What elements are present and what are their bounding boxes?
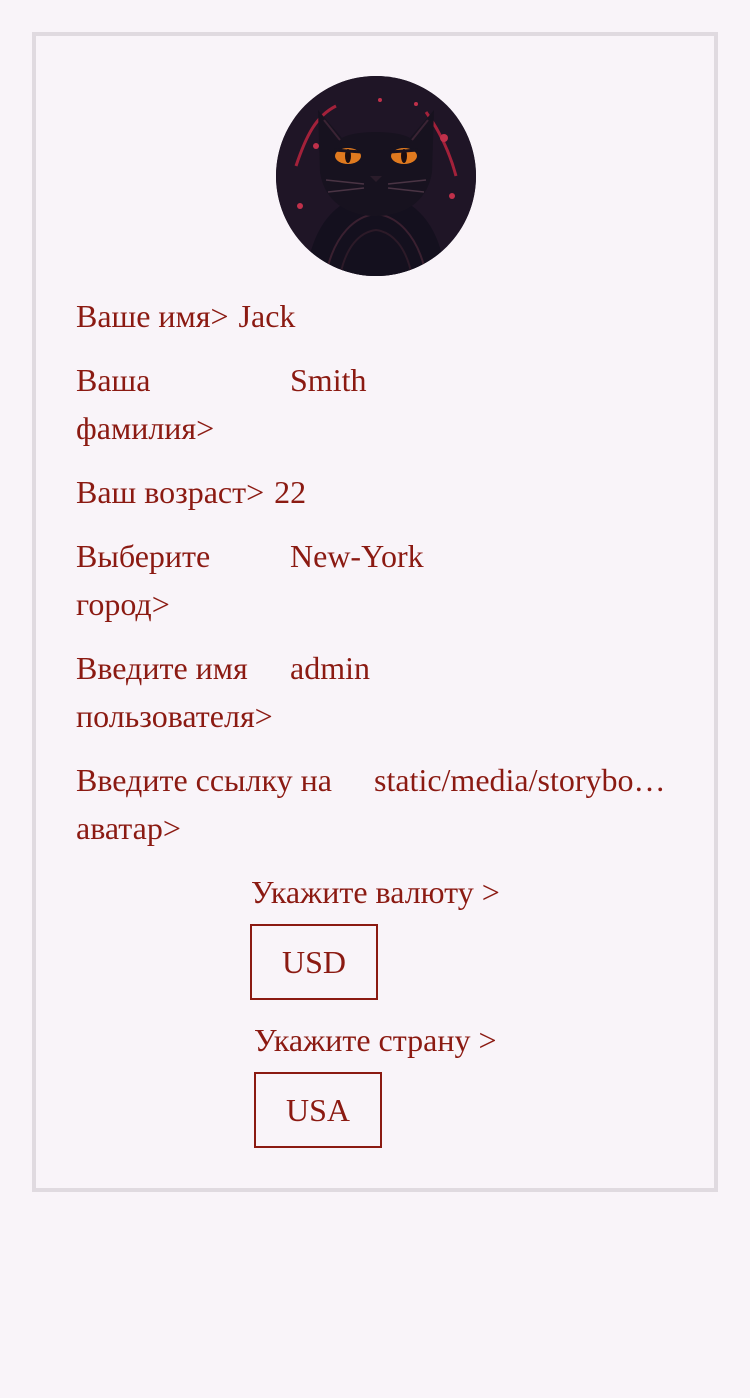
avatar-link-value[interactable]: static/media/storybo… <box>374 756 666 804</box>
age-label: Ваш возраст> <box>76 474 265 510</box>
first-name-value[interactable]: Jack <box>239 292 296 340</box>
city-label: Выберите город> <box>76 538 211 622</box>
city-row: Выберите город> New-York <box>76 532 676 628</box>
first-name-row: Ваше имя> Jack <box>76 292 295 340</box>
last-name-label: Ваша фамилия> <box>76 362 215 446</box>
black-cat-avatar-icon <box>276 76 476 276</box>
last-name-row: Ваша фамилия> Smith <box>76 356 676 452</box>
age-row: Ваш возраст> 22 <box>76 468 306 516</box>
country-label: Укажите страну > <box>254 1022 497 1058</box>
currency-label: Укажите валюту > <box>251 874 500 910</box>
profile-card: Ваше имя> Jack Ваша фамилия> Smith Ваш во… <box>32 32 718 1192</box>
first-name-label: Ваше имя> <box>76 298 229 334</box>
username-label: Введите имя пользователя> <box>76 650 273 734</box>
username-value[interactable]: admin <box>290 644 370 692</box>
avatar-link-row: Введите ссылку на аватар> static/media/s… <box>76 756 676 852</box>
age-value[interactable]: 22 <box>274 468 306 516</box>
avatar-link-label: Введите ссылку на аватар> <box>76 762 332 846</box>
city-value[interactable]: New-York <box>290 532 424 580</box>
username-row: Введите имя пользователя> admin <box>76 644 676 740</box>
currency-select[interactable]: USD <box>250 924 378 1000</box>
country-select[interactable]: USA <box>254 1072 382 1148</box>
last-name-value[interactable]: Smith <box>290 356 366 404</box>
